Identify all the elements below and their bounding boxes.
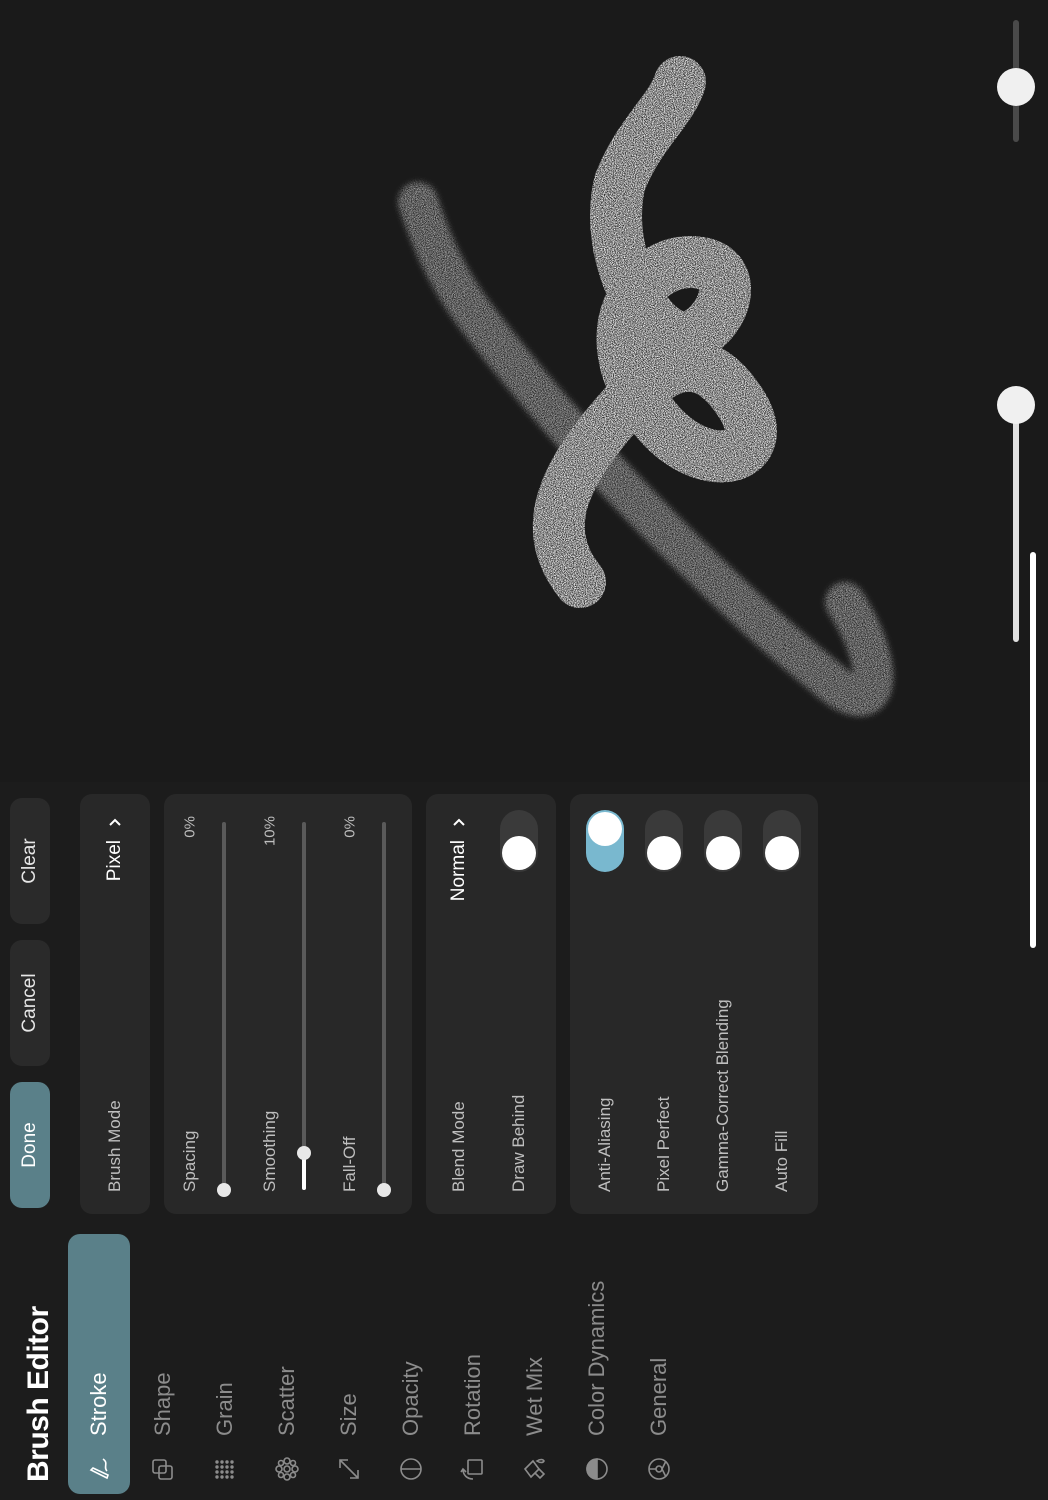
shape-icon — [146, 1452, 180, 1486]
pixel-perfect-label: Pixel Perfect — [654, 1096, 673, 1192]
page-title: Brush Editor — [22, 1306, 55, 1482]
draw-behind-toggle[interactable] — [500, 810, 538, 872]
auto-fill-label: Auto Fill — [772, 1130, 791, 1192]
brush-size-slider-track[interactable] — [1013, 400, 1019, 642]
toggle-knob — [706, 836, 740, 870]
sidebar-item-label: Opacity — [398, 1361, 423, 1436]
sidebar-item-label: Size — [336, 1393, 361, 1436]
sidebar-item-label: General — [646, 1357, 671, 1436]
toggle-knob — [502, 836, 536, 870]
falloff-slider[interactable] — [377, 822, 391, 1197]
falloff-slider-thumb[interactable] — [377, 1183, 391, 1197]
blend-mode-label: Blend Mode — [449, 1101, 468, 1192]
brush-editor-screen: Brush Editor Stroke Shape Grain Scatter — [0, 0, 1048, 1500]
smoothing-label: Smoothing — [260, 1110, 279, 1192]
spacing-label: Spacing — [180, 1130, 199, 1192]
sidebar-item-size[interactable]: Size — [318, 1234, 380, 1494]
sidebar-item-label: Grain — [212, 1382, 237, 1436]
sidebar-item-label: Color Dynamics — [584, 1280, 609, 1436]
sidebar-item-stroke[interactable]: Stroke — [68, 1234, 130, 1494]
rendering-options-card: Anti-Aliasing Pixel Perfect Gamma-Correc… — [570, 794, 818, 1214]
sidebar-item-rotation[interactable]: Rotation — [442, 1234, 504, 1494]
falloff-label: Fall-Off — [340, 1136, 359, 1192]
spacing-row: Spacing 0% — [164, 794, 244, 1214]
smoothing-slider[interactable] — [297, 822, 311, 1190]
anti-aliasing-toggle[interactable] — [586, 810, 624, 872]
brush-mode-select[interactable]: Pixel — [104, 816, 126, 881]
pixel-perfect-toggle[interactable] — [645, 810, 683, 872]
general-icon — [642, 1452, 676, 1486]
sidebar-item-label: Rotation — [460, 1354, 485, 1436]
sidebar-item-shape[interactable]: Shape — [132, 1234, 194, 1494]
spacing-slider-thumb[interactable] — [217, 1183, 231, 1197]
falloff-row: Fall-Off 0% — [324, 794, 404, 1214]
color-dynamics-icon — [580, 1452, 614, 1486]
toggle-knob — [588, 812, 622, 846]
stroke-icon — [82, 1452, 116, 1486]
brush-mode-label: Brush Mode — [105, 1100, 124, 1192]
smoothing-slider-thumb[interactable] — [297, 1146, 311, 1161]
sidebar-item-label: Stroke — [86, 1372, 111, 1436]
wet-mix-icon — [518, 1452, 552, 1486]
stroke-properties-card: Spacing 0% Smoothing 10% Fall-Off 0% — [164, 794, 412, 1214]
brush-controls-strip — [985, 0, 1048, 782]
brush-mode-card: Brush Mode Pixel — [80, 794, 150, 1214]
smoothing-row: Smoothing 10% — [244, 794, 324, 1214]
blend-mode-select[interactable]: Normal — [448, 816, 470, 901]
blend-mode-row[interactable]: Blend Mode Normal — [430, 794, 488, 1214]
gamma-correct-blending-toggle[interactable] — [704, 810, 742, 872]
brush-mode-value: Pixel — [104, 840, 125, 882]
brush-stroke-preview — [398, 56, 894, 716]
scrollbar[interactable] — [1030, 552, 1036, 948]
opacity-icon — [394, 1452, 428, 1486]
sidebar-item-general[interactable]: General — [628, 1234, 690, 1494]
gamma-correct-blending-row: Gamma-Correct Blending — [694, 794, 752, 1214]
gamma-correct-blending-label: Gamma-Correct Blending — [713, 999, 732, 1192]
brush-mode-row[interactable]: Brush Mode Pixel — [86, 794, 144, 1214]
brush-preview-canvas[interactable] — [0, 0, 985, 782]
size-icon — [332, 1452, 366, 1486]
sidebar-item-opacity[interactable]: Opacity — [380, 1234, 442, 1494]
sidebar-item-wet-mix[interactable]: Wet Mix — [504, 1234, 566, 1494]
smoothing-value: 10% — [261, 816, 279, 847]
sidebar-item-scatter[interactable]: Scatter — [256, 1234, 318, 1494]
toggle-knob — [647, 836, 681, 870]
blend-card: Blend Mode Normal Draw Behind — [426, 794, 556, 1214]
blend-mode-value: Normal — [448, 840, 469, 902]
anti-aliasing-label: Anti-Aliasing — [595, 1097, 614, 1193]
toggle-knob — [765, 836, 799, 870]
draw-behind-row: Draw Behind — [490, 794, 548, 1214]
pixel-perfect-row: Pixel Perfect — [635, 794, 693, 1214]
done-button[interactable]: Done — [10, 1082, 50, 1208]
sidebar-item-color-dynamics[interactable]: Color Dynamics — [566, 1234, 628, 1494]
brush-opacity-slider-thumb[interactable] — [997, 68, 1035, 106]
chevron-right-icon — [453, 818, 465, 826]
spacing-slider[interactable] — [217, 822, 231, 1197]
sidebar-item-label: Scatter — [274, 1366, 299, 1436]
scatter-icon — [270, 1452, 304, 1486]
sidebar-item-label: Shape — [150, 1372, 175, 1436]
clear-button[interactable]: Clear — [10, 798, 50, 924]
sidebar-item-label: Wet Mix — [522, 1356, 547, 1436]
rotation-icon — [456, 1452, 490, 1486]
grain-icon — [208, 1452, 242, 1486]
falloff-value: 0% — [341, 816, 359, 838]
chevron-right-icon — [109, 818, 121, 826]
auto-fill-toggle[interactable] — [763, 810, 801, 872]
spacing-value: 0% — [181, 816, 199, 838]
anti-aliasing-row: Anti-Aliasing — [576, 794, 634, 1214]
brush-size-slider-thumb[interactable] — [997, 386, 1035, 424]
cancel-button[interactable]: Cancel — [10, 940, 50, 1066]
sidebar-item-grain[interactable]: Grain — [194, 1234, 256, 1494]
auto-fill-row: Auto Fill — [753, 794, 811, 1214]
draw-behind-label: Draw Behind — [509, 1094, 528, 1192]
